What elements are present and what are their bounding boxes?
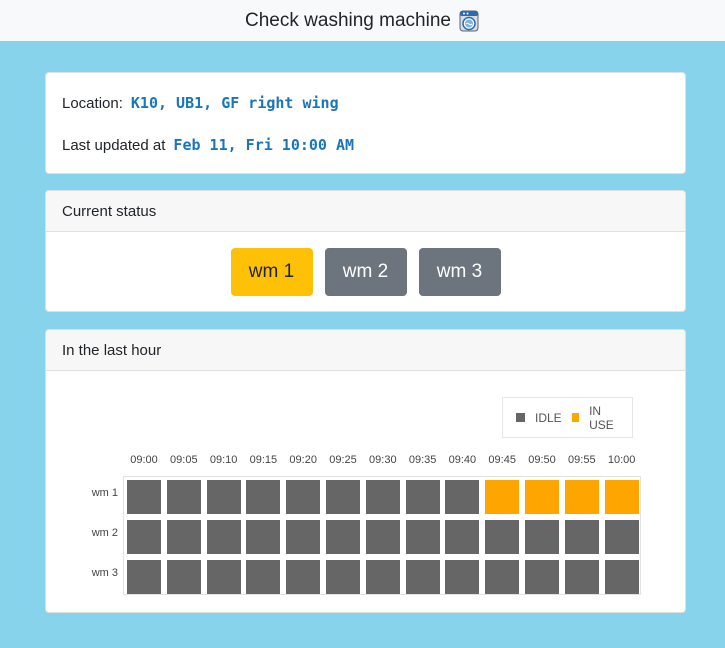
heatmap-cell[interactable] [127,480,161,514]
heatmap-cell[interactable] [445,560,480,594]
heatmap-cell[interactable] [246,560,281,594]
history-header: In the last hour [46,330,685,371]
history-card: In the last hour IDLE IN USE 09:00 09:05 09… [45,329,686,613]
heatmap-cell[interactable] [525,560,559,594]
heatmap-cell[interactable] [485,520,520,554]
location-row: Location: K10, UB1, GF right wing [62,94,339,112]
heatmap-cell[interactable] [246,480,281,514]
last-updated-label: Last updated at [62,137,166,154]
time-label: 10:00 [607,454,636,466]
heatmap-cell[interactable] [326,560,360,594]
heatmap-cell[interactable] [564,480,599,514]
machine-button-wm-2[interactable]: wm 2 [324,248,407,296]
machine-button-wm-3[interactable]: wm 3 [418,248,501,296]
heatmap-cell[interactable] [127,520,161,554]
row-label: wm 1 [91,487,118,499]
location-label: Location: [62,95,123,112]
heatmap-cell[interactable] [166,560,201,594]
heatmap-cell[interactable] [525,480,559,514]
app-header: Check washing machine [0,0,725,41]
heatmap-cell[interactable] [286,520,321,554]
heatmap-cell[interactable] [405,480,440,514]
legend-label: IDLE [535,410,562,425]
heatmap-cell[interactable] [246,520,281,554]
heatmap-cell[interactable] [445,480,480,514]
legend-swatch [516,413,525,422]
time-label: 09:30 [369,454,397,466]
machine-button-wm-1[interactable]: wm 1 [230,248,313,296]
time-label: 09:10 [209,454,238,466]
washing-machine-icon [458,10,480,32]
heatmap-cell[interactable] [206,480,241,514]
heatmap-cell[interactable] [206,520,241,554]
heatmap-cell[interactable] [365,520,400,554]
last-updated-value: Feb 11, Fri 10:00 AM [173,136,355,154]
heatmap-cell[interactable] [286,480,321,514]
info-card: Location: K10, UB1, GF right wing Last u… [45,72,686,174]
heatmap-cell[interactable] [604,520,639,554]
time-label: 09:55 [568,454,596,466]
row-label: wm 2 [91,527,118,539]
heatmap-cell[interactable] [445,520,480,554]
current-status-card: Current status wm 1 wm 2 wm 3 [45,190,686,312]
heatmap-cell[interactable] [604,480,639,514]
heatmap-cell[interactable] [405,520,440,554]
heatmap-cell[interactable] [166,480,201,514]
heatmap-cell[interactable] [485,480,520,514]
time-label: 09:05 [170,454,198,466]
heatmap-cell[interactable] [604,560,639,594]
current-status-header: Current status [46,191,685,232]
time-label: 09:00 [130,454,158,466]
heatmap-cell[interactable] [286,560,321,594]
heatmap-cell[interactable] [127,560,161,594]
heatmap-cell[interactable] [365,560,400,594]
heatmap-cell[interactable] [326,480,360,514]
legend-item-in-use[interactable]: IN USE [571,403,622,432]
legend-item-idle[interactable]: IDLE [516,411,562,425]
row-label: wm 3 [91,567,118,579]
heatmap-cell[interactable] [365,480,400,514]
time-label: 09:20 [289,454,317,466]
heatmap-cell[interactable] [525,520,559,554]
location-value: K10, UB1, GF right wing [130,94,339,112]
heatmap-cell[interactable] [166,520,201,554]
heatmap-cell[interactable] [206,560,241,594]
time-label: 09:15 [249,454,278,466]
legend-label: IN USE [589,403,614,432]
time-label: 09:50 [528,454,556,466]
last-updated-row: Last updated at Feb 11, Fri 10:00 AM [62,136,354,154]
time-label: 09:40 [448,454,477,466]
heatmap-cell[interactable] [405,560,440,594]
heatmap-cell[interactable] [485,560,520,594]
time-label: 09:45 [488,454,516,466]
legend-swatch [571,413,580,422]
page-title: Check washing machine [245,9,451,31]
heatmap-cell[interactable] [326,520,360,554]
time-label: 09:25 [329,454,357,466]
time-label: 09:35 [408,454,437,466]
machine-status-buttons: wm 1 wm 2 wm 3 [46,248,685,296]
heatmap-cell[interactable] [564,520,599,554]
heatmap-cell[interactable] [564,560,599,594]
heatmap-legend: IDLE IN USE [502,397,633,438]
